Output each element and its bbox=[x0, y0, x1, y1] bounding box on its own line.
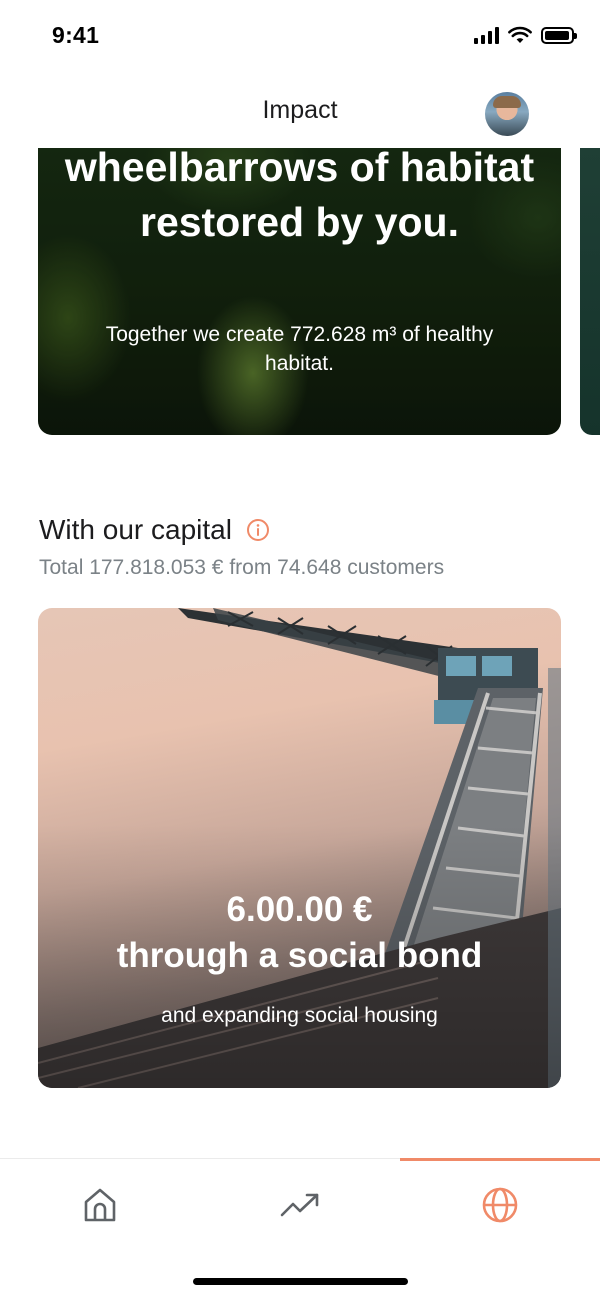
next-card-peek[interactable] bbox=[580, 148, 600, 435]
habitat-headline: wheelbarrows of habitat restored by you. bbox=[64, 148, 535, 245]
header: Impact bbox=[0, 80, 600, 144]
info-icon[interactable] bbox=[246, 518, 270, 542]
cellular-signal-icon bbox=[474, 26, 499, 44]
status-icons bbox=[474, 26, 577, 44]
trending-up-icon bbox=[280, 1193, 319, 1217]
home-icon bbox=[84, 1188, 116, 1222]
social-bond-card[interactable]: 6.00.00 € through a social bond and expa… bbox=[38, 608, 561, 1088]
globe-icon bbox=[482, 1187, 518, 1223]
bond-amount: 6.00.00 € bbox=[226, 890, 373, 929]
wifi-icon bbox=[508, 26, 532, 43]
status-bar: 9:41 bbox=[0, 0, 600, 72]
tab-bar bbox=[0, 1158, 600, 1254]
bond-title: through a social bond bbox=[116, 936, 483, 975]
battery-icon bbox=[541, 26, 577, 44]
bond-subtitle: and expanding social housing bbox=[161, 1004, 438, 1027]
capital-section-title: With our capital bbox=[39, 514, 270, 546]
capital-title: With our capital bbox=[39, 514, 232, 545]
status-time: 9:41 bbox=[52, 22, 100, 48]
active-tab-indicator bbox=[400, 1158, 600, 1161]
tab-performance[interactable] bbox=[200, 1179, 400, 1231]
tab-impact[interactable] bbox=[400, 1179, 600, 1231]
avatar[interactable] bbox=[485, 92, 529, 136]
habitat-impact-card[interactable]: wheelbarrows of habitat restored by you.… bbox=[38, 148, 561, 435]
tab-home[interactable] bbox=[0, 1179, 200, 1231]
capital-subtitle: Total 177.818.053 € from 74.648 customer… bbox=[39, 556, 445, 579]
habitat-subtitle: Together we create 772.628 m³ of healthy… bbox=[105, 323, 494, 375]
home-indicator[interactable] bbox=[193, 1278, 408, 1285]
